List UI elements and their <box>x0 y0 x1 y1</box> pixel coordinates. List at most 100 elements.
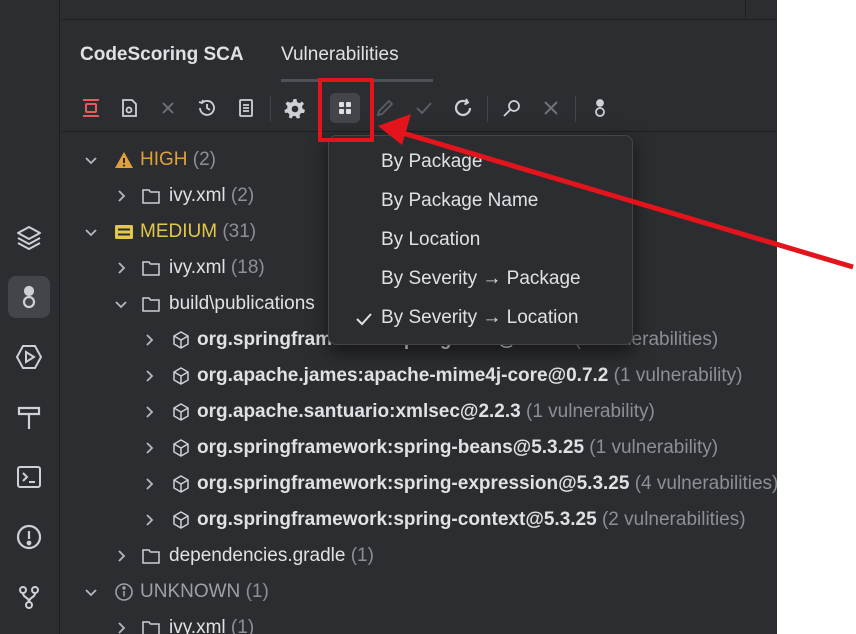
file-name: ivy.xml <box>169 257 226 278</box>
folder-icon <box>142 621 160 634</box>
tree-node-package[interactable]: org.apache.james:apache-mime4j-core@0.7.… <box>61 358 777 394</box>
package-name: org.springframework:spring-expression@5.… <box>197 473 630 494</box>
chevron-right-icon[interactable] <box>141 332 157 348</box>
search-icon[interactable] <box>497 93 527 123</box>
codescoring-icon[interactable] <box>585 93 615 123</box>
count-badge: (1 vulnerability) <box>613 365 743 386</box>
menu-item-by-package[interactable]: By Package <box>329 143 632 182</box>
file-name: ivy.xml <box>169 617 226 634</box>
severity-label: UNKNOWN <box>140 581 241 602</box>
chevron-right-icon[interactable] <box>141 404 157 420</box>
toolbar <box>61 84 777 132</box>
chevron-down-icon[interactable] <box>113 296 129 312</box>
tree-node-package[interactable]: org.springframework:spring-beans@5.3.25 … <box>61 430 777 466</box>
folder-icon <box>142 549 160 564</box>
count-badge: (2) <box>230 185 255 206</box>
git-branch-icon[interactable] <box>8 576 50 618</box>
package-icon <box>173 331 189 349</box>
count-badge: (2 vulnerabilities) <box>601 509 746 530</box>
count-badge: (2) <box>192 149 217 170</box>
layers-icon[interactable] <box>8 216 50 258</box>
package-icon <box>173 475 189 493</box>
settings-icon[interactable] <box>280 93 310 123</box>
menu-item-by-severity-location[interactable]: By Severity → Location <box>329 299 632 338</box>
file-name: ivy.xml <box>169 185 226 206</box>
terminal-icon[interactable] <box>8 456 50 498</box>
codescoring-icon[interactable] <box>8 276 50 318</box>
chevron-right-icon[interactable] <box>113 260 129 276</box>
check-icon[interactable] <box>409 93 439 123</box>
count-badge: (1) <box>230 617 255 634</box>
count-badge: (1 vulnerability) <box>526 401 655 422</box>
package-name: org.apache.santuario:xmlsec@2.2.3 <box>197 401 521 422</box>
group-by-menu: By Package By Package Name By Location B… <box>328 135 633 345</box>
count-badge: (4 vulnerabilities) <box>634 473 777 494</box>
menu-item-by-location[interactable]: By Location <box>329 221 632 260</box>
clear-icon[interactable] <box>536 93 566 123</box>
refresh-icon[interactable] <box>448 93 478 123</box>
tree-node-severity-unknown[interactable]: UNKNOWN (1) <box>61 574 777 610</box>
problems-icon[interactable] <box>8 516 50 558</box>
package-icon <box>173 511 189 529</box>
menu-item-label: By Severity → Package <box>381 268 581 289</box>
run-services-icon[interactable] <box>8 336 50 378</box>
package-icon <box>173 367 189 385</box>
menu-item-label: By Severity → Location <box>381 307 579 328</box>
menu-item-label: By Location <box>381 229 481 250</box>
medium-severity-icon <box>115 225 133 239</box>
chevron-down-icon[interactable] <box>83 224 99 240</box>
severity-label: MEDIUM <box>140 221 218 242</box>
package-name: org.apache.james:apache-mime4j-core@0.7.… <box>197 365 609 386</box>
chevron-right-icon[interactable] <box>141 476 157 492</box>
menu-item-by-severity-package[interactable]: By Severity → Package <box>329 260 632 299</box>
chevron-right-icon[interactable] <box>113 548 129 564</box>
package-icon <box>173 403 189 421</box>
folder-icon <box>142 189 160 204</box>
chevron-right-icon[interactable] <box>141 368 157 384</box>
menu-item-label: By Package Name <box>381 190 539 211</box>
panel-header: CodeScoring SCA Vulnerabilities <box>61 21 777 83</box>
count-badge: (1) <box>245 581 269 602</box>
close-icon[interactable] <box>153 93 183 123</box>
tree-node-package[interactable]: org.springframework:spring-expression@5.… <box>61 466 777 502</box>
warning-icon <box>115 152 133 168</box>
chevron-down-icon[interactable] <box>83 584 99 600</box>
edit-icon[interactable] <box>370 93 400 123</box>
count-badge: (1) <box>350 545 374 566</box>
count-badge: (1 vulnerability) <box>589 437 719 458</box>
export-icon[interactable] <box>114 93 144 123</box>
build-hammer-icon[interactable] <box>8 396 50 438</box>
severity-label: HIGH <box>140 149 188 170</box>
chevron-right-icon[interactable] <box>113 188 129 204</box>
package-name: org.springframework:spring-context@5.3.2… <box>197 509 597 530</box>
count-badge: (31) <box>222 221 257 242</box>
tree-node-package[interactable]: org.springframework:spring-context@5.3.2… <box>61 502 777 538</box>
menu-item-by-package-name[interactable]: By Package Name <box>329 182 632 221</box>
info-icon <box>115 583 133 601</box>
history-icon[interactable] <box>192 93 222 123</box>
checkmark-icon <box>356 313 372 326</box>
chevron-right-icon[interactable] <box>141 440 157 456</box>
folder-name: build\publications <box>169 293 315 314</box>
annotation-highlight-box <box>318 78 374 142</box>
report-icon[interactable] <box>231 93 261 123</box>
tool-window-strip <box>0 0 60 634</box>
file-name: dependencies.gradle <box>169 545 346 566</box>
panel-title: CodeScoring SCA <box>80 44 244 65</box>
package-icon <box>173 439 189 457</box>
folder-icon <box>142 261 160 276</box>
menu-item-label: By Package <box>381 151 483 172</box>
package-name: org.springframework:spring-beans@5.3.25 <box>197 437 585 458</box>
ide-window: CodeScoring SCA Vulnerabilities HIGH (2)… <box>0 0 777 634</box>
editor-area-edge <box>61 0 777 20</box>
tree-node-file[interactable]: dependencies.gradle (1) <box>61 538 777 574</box>
tab-vulnerabilities[interactable]: Vulnerabilities <box>281 44 399 66</box>
chevron-down-icon[interactable] <box>83 152 99 168</box>
chevron-right-icon[interactable] <box>141 512 157 528</box>
count-badge: (18) <box>230 257 265 278</box>
scan-icon[interactable] <box>76 93 106 123</box>
folder-icon <box>142 297 160 312</box>
chevron-right-icon[interactable] <box>113 620 129 634</box>
tree-node-file[interactable]: ivy.xml (1) <box>61 610 777 634</box>
tree-node-package[interactable]: org.apache.santuario:xmlsec@2.2.3 (1 vul… <box>61 394 777 430</box>
